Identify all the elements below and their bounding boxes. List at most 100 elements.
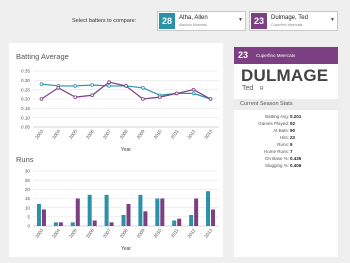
stat-row: Slugging %:0.406	[234, 162, 338, 169]
y-tick-label: 0.20	[21, 97, 30, 102]
x-tick-label: 2009	[136, 128, 146, 140]
stat-value: 0.435	[290, 156, 302, 161]
series-point	[90, 93, 94, 98]
stat-label: On Base %:	[264, 156, 289, 161]
bar	[92, 220, 97, 226]
charts-panel: Batting Average 0.05 0.10 0.15 0.20 0.25 0.30…	[9, 43, 223, 257]
series-point	[191, 87, 196, 92]
x-tick-label: 2005	[68, 227, 78, 239]
y-tick-label: 10	[25, 205, 31, 210]
x-tick-label: 2012	[186, 227, 196, 239]
x-tick-label: 2007	[102, 128, 112, 140]
bar	[155, 198, 160, 226]
bar	[143, 211, 148, 226]
x-tick-label: 2004	[51, 128, 61, 140]
stat-value: 92	[290, 121, 296, 126]
series-point	[56, 85, 61, 90]
stat-row: Batting Avg:0.201	[234, 113, 338, 120]
series-point	[107, 80, 111, 85]
chevron-down-icon[interactable]: ▼	[238, 17, 243, 23]
series-point	[73, 84, 78, 88]
stat-label: Runs:	[277, 142, 289, 147]
series-point	[90, 83, 94, 87]
y-tick-label: 0	[27, 224, 30, 229]
series-point	[208, 97, 213, 101]
chevron-down-icon[interactable]: ▼	[330, 17, 335, 23]
y-tick-label: 15	[25, 196, 31, 201]
y-tick-label: 0.15	[21, 106, 30, 111]
batting-average-title: Batting Average	[16, 52, 69, 61]
bar	[206, 191, 211, 226]
y-tick-label: 0.10	[21, 115, 30, 120]
y-tick-label: 0.35	[21, 69, 30, 74]
stat-row: Hits:23	[234, 134, 338, 141]
bar	[189, 215, 194, 226]
stat-row: At Bats:90	[234, 127, 338, 134]
x-tick-label: 2011	[170, 227, 180, 238]
x-tick-label: 2005	[68, 128, 78, 140]
stat-label: Home Runs:	[263, 149, 289, 154]
series-point	[39, 82, 44, 86]
y-tick-label: 20	[25, 187, 31, 192]
bar	[87, 194, 92, 226]
series-point	[141, 97, 145, 101]
stat-label: Hits:	[280, 135, 289, 140]
bar	[104, 194, 109, 226]
batter1-dropdown[interactable]: 28 Atha, Allen Alaskan Mammal ▼	[157, 11, 246, 31]
y-tick-label: 0.25	[21, 87, 30, 92]
stat-label: Batting Avg:	[265, 114, 289, 119]
batter1-name: Atha, Allen	[179, 15, 208, 21]
bar	[53, 222, 58, 226]
player-last-name: DULMAGE	[241, 66, 329, 85]
series-point	[141, 85, 145, 90]
x-tick-label: 2004	[51, 227, 61, 239]
x-tick-label: 2013	[203, 227, 213, 239]
batting-average-chart: 0.05 0.10 0.15 0.20 0.25 0.30 0.35 2003 2004 2005…	[21, 69, 219, 153]
stat-row: Home Runs:7	[234, 148, 338, 155]
stat-value: 0.201	[290, 114, 302, 119]
y-tick-label: 0.30	[21, 78, 30, 83]
stat-value: 9	[290, 142, 293, 147]
x-tick-label: 2003	[34, 227, 44, 239]
x-tick-label: 2010	[153, 128, 163, 140]
bar	[126, 204, 131, 226]
series-point	[158, 95, 162, 99]
x-tick-label: 2013	[203, 128, 213, 140]
player-first-name: Ted	[242, 85, 254, 92]
season-stats-header: Current Season Stats	[234, 99, 338, 110]
x-tick-label: 2003	[34, 128, 44, 140]
stat-value: 23	[290, 135, 296, 140]
batter2-dropdown[interactable]: 23 Dulmage, Ted Cuperfino Meercats ▼	[249, 11, 338, 31]
player-team: Cuperfino Meercats	[256, 53, 296, 58]
bar	[70, 222, 75, 226]
series-point	[174, 91, 179, 96]
batter1-team: Alaskan Mammal	[179, 23, 207, 27]
bar	[177, 218, 182, 226]
runs-chart: 0 5 10 15 20 25 30 2003 2004 2005 2006 2007 2008 2009…	[25, 169, 219, 252]
stat-value: 90	[290, 128, 296, 133]
bats-icon: R	[260, 86, 264, 92]
player-number: 23	[238, 50, 249, 60]
x-tick-label: 2008	[119, 128, 129, 140]
compare-toolbar: Select batters to compare: 28 Atha, Alle…	[0, 0, 350, 38]
stat-label: At Bats:	[273, 128, 289, 133]
stats-list: Batting Avg:0.201 Games Played:92 At Bat…	[234, 113, 338, 169]
bar	[194, 198, 199, 226]
x-tick-label: 2010	[153, 227, 163, 239]
stat-row: Runs:9	[234, 141, 338, 148]
series-point	[73, 95, 78, 99]
x-tick-label: 2012	[186, 128, 196, 140]
x-tick-label: 2006	[85, 227, 95, 239]
y-tick-label: 0.05	[21, 125, 30, 130]
bar	[121, 215, 126, 226]
x-axis-title: Year	[121, 147, 131, 153]
y-tick-label: 25	[25, 178, 31, 183]
bar	[172, 220, 177, 226]
batter2-number-badge: 23	[251, 13, 267, 29]
x-tick-label: 2006	[85, 128, 95, 140]
x-axis-title: Year	[121, 246, 131, 252]
x-tick-label: 2009	[136, 227, 146, 239]
player-card: 23 Cuperfino Meercats DULMAGE Ted R Curr…	[234, 47, 338, 257]
batter2-team: Cuperfino Meercats	[271, 23, 303, 27]
stat-label: Games Played:	[258, 121, 289, 126]
